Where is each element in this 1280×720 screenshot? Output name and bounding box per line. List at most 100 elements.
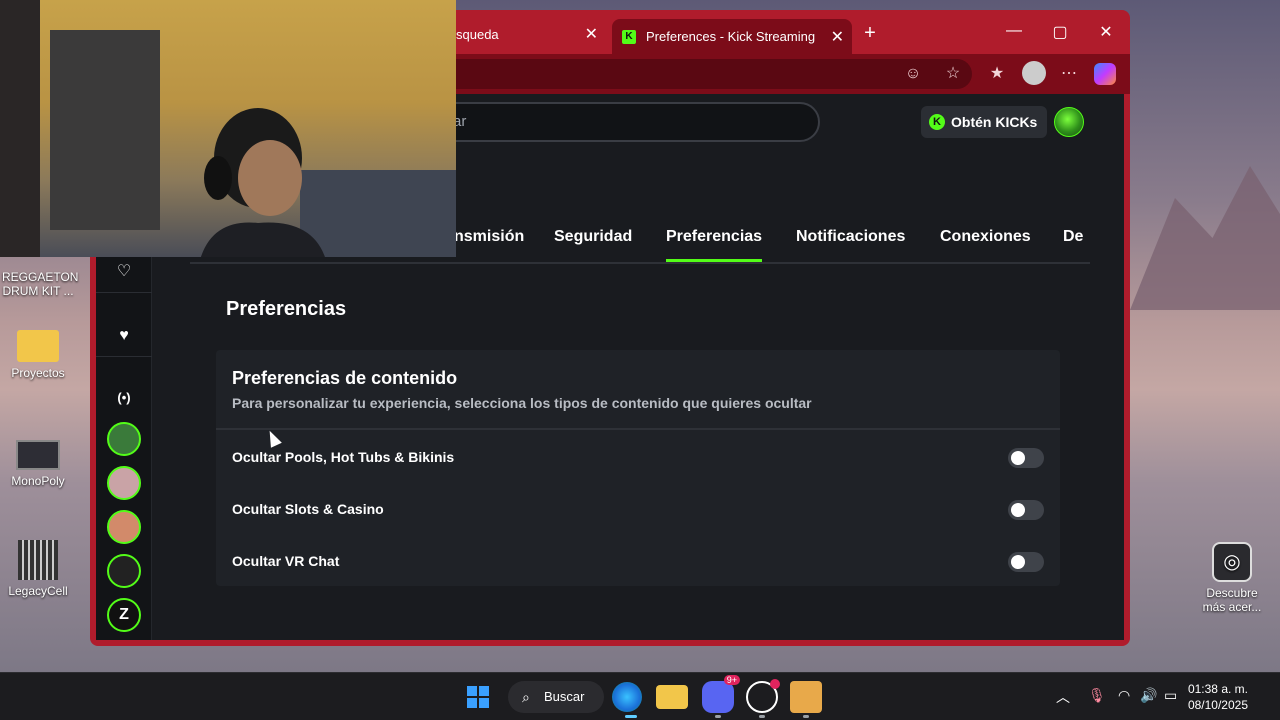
synth-icon <box>16 440 60 470</box>
volume-icon[interactable]: 🔊 <box>1140 687 1157 704</box>
user-avatar[interactable] <box>1054 107 1084 137</box>
tab-preferences[interactable]: K Preferences - Kick Streaming ✕ <box>612 19 852 54</box>
channel-avatar[interactable] <box>107 466 141 500</box>
wifi-icon[interactable]: ◠ <box>1118 687 1130 704</box>
tab-conexiones[interactable]: Conexiones <box>940 228 1031 246</box>
search-icon: ⌕ <box>522 689 530 705</box>
search-input[interactable]: scar <box>416 102 820 142</box>
discover-label: Descubre más acer... <box>1202 586 1262 614</box>
profile-icon[interactable] <box>1022 61 1046 85</box>
heart-icon[interactable]: ♥ <box>110 322 138 350</box>
toggle-pools[interactable] <box>1008 448 1044 468</box>
favorite-star-icon[interactable]: ☆ <box>942 63 964 85</box>
copilot-icon[interactable] <box>1094 63 1116 85</box>
pref-row-vrchat: Ocultar VR Chat <box>216 536 1060 588</box>
clock-time: 01:38 a. m. <box>1187 682 1248 696</box>
taskbar: ⌕ Buscar 9+ ︿ 🎙 ◠ 🔊 ▭ 01:38 a. m. 08/10/… <box>0 672 1280 720</box>
card-title: Preferencias de contenido <box>232 368 458 388</box>
tab-label: squeda <box>456 26 499 42</box>
live-broadcast-icon[interactable]: (•) <box>110 384 138 412</box>
channel-avatar[interactable] <box>107 510 141 544</box>
toggle-knob <box>1011 503 1025 517</box>
get-kicks-button[interactable]: K Obtén KICKs <box>921 106 1048 138</box>
clock-date: 08/10/2025 <box>1187 698 1248 712</box>
minimize-button[interactable]: — <box>1004 22 1024 40</box>
discover-widget[interactable]: ◎ Descubre más acer... <box>1196 542 1268 614</box>
edge-icon[interactable] <box>612 682 642 712</box>
page-title: Preferencias <box>226 298 347 320</box>
desktop-icon-label: LegacyCell <box>8 584 68 598</box>
get-kicks-label: Obtén KICKs <box>951 114 1038 130</box>
windows-logo-tile <box>467 698 477 708</box>
desktop-icon-label: Proyectos <box>11 366 65 380</box>
channel-avatar[interactable] <box>107 422 141 456</box>
toggle-knob <box>1011 451 1025 465</box>
content-preferences-card: Preferencias de contenido Para personali… <box>216 350 1060 586</box>
close-icon[interactable]: ✕ <box>585 24 598 44</box>
taskbar-search-label: Buscar <box>544 689 585 704</box>
close-window-button[interactable]: ✕ <box>1096 22 1116 42</box>
pref-label: Ocultar Pools, Hot Tubs & Bikinis <box>232 449 455 465</box>
kicks-coin-icon: K <box>929 114 945 130</box>
heart-outline-icon[interactable]: ♡ <box>110 258 138 286</box>
desktop-icon-proyectos[interactable]: Proyectos <box>2 330 74 380</box>
toggle-vrchat[interactable] <box>1008 552 1044 572</box>
windows-logo-tile <box>479 686 489 696</box>
tab-more[interactable]: De <box>1063 228 1083 246</box>
tab-seguridad[interactable]: Seguridad <box>554 228 632 246</box>
microphone-icon[interactable]: 🎙 <box>1088 687 1106 704</box>
windows-logo-tile <box>479 698 489 708</box>
pref-label: Ocultar VR Chat <box>232 553 340 569</box>
tab-transmision[interactable]: nsmisión <box>454 228 524 246</box>
running-indicator <box>803 715 809 718</box>
close-icon[interactable]: ✕ <box>831 27 844 47</box>
grid-instrument-icon <box>18 540 58 580</box>
running-indicator <box>715 715 721 718</box>
media-player-icon[interactable] <box>790 681 822 713</box>
shelf <box>50 30 160 230</box>
toggle-slots[interactable] <box>1008 500 1044 520</box>
mountain-shape <box>1130 166 1280 310</box>
running-indicator <box>625 715 637 718</box>
curtain <box>0 0 40 257</box>
tab-notificaciones[interactable]: Notificaciones <box>796 228 905 246</box>
camera-icon: ◎ <box>1212 542 1252 582</box>
reader-icon[interactable]: ☺ <box>902 63 924 85</box>
tab-search[interactable]: squeda ✕ <box>446 19 606 49</box>
favorites-icon[interactable]: ★ <box>986 63 1008 85</box>
pref-row-slots: Ocultar Slots & Casino <box>216 484 1060 536</box>
running-indicator <box>759 715 765 718</box>
channel-avatar[interactable]: Z <box>107 598 141 632</box>
pref-label: Ocultar Slots & Casino <box>232 501 384 517</box>
desktop-icon-label: MonoPoly <box>11 474 65 488</box>
rail-divider <box>96 356 152 357</box>
channel-avatar[interactable] <box>107 554 141 588</box>
chevron-up-icon[interactable]: ︿ <box>1056 687 1070 707</box>
desktop-icon-reggaeton[interactable]: REGGAETON DRUM KIT ... <box>2 270 78 298</box>
kick-logo-icon: K <box>622 29 636 44</box>
more-menu-icon[interactable]: ⋯ <box>1058 63 1080 85</box>
battery-icon[interactable]: ▭ <box>1164 687 1177 704</box>
card-subtitle: Para personalizar tu experiencia, selecc… <box>232 395 812 411</box>
webcam-overlay <box>0 0 456 257</box>
taskbar-search[interactable]: ⌕ Buscar <box>508 681 604 713</box>
discord-icon[interactable]: 9+ <box>702 675 740 713</box>
tab-label: Preferences - Kick Streaming <box>646 29 816 44</box>
toggle-knob <box>1011 555 1025 569</box>
desktop-icon-legacycell[interactable]: LegacyCell <box>2 540 74 598</box>
card-header: Preferencias de contenido Para personali… <box>216 350 1060 430</box>
desktop-icon-label: REGGAETON DRUM KIT ... <box>2 270 79 298</box>
notification-badge: 9+ <box>723 675 740 685</box>
person-silhouette <box>200 108 325 257</box>
file-explorer-icon[interactable] <box>656 685 688 709</box>
system-clock[interactable]: 01:38 a. m. 08/10/2025 <box>1188 681 1248 713</box>
desktop-icon-monopoly[interactable]: MonoPoly <box>2 440 74 488</box>
tab-preferencias[interactable]: Preferencias <box>666 228 763 262</box>
new-tab-button[interactable]: + <box>860 22 880 45</box>
start-button[interactable] <box>462 681 494 713</box>
pref-row-pools: Ocultar Pools, Hot Tubs & Bikinis <box>216 432 1060 484</box>
windows-logo-tile <box>467 686 477 696</box>
folder-icon <box>17 330 59 362</box>
app-icon[interactable] <box>746 679 780 713</box>
maximize-button[interactable]: ▢ <box>1050 22 1070 42</box>
